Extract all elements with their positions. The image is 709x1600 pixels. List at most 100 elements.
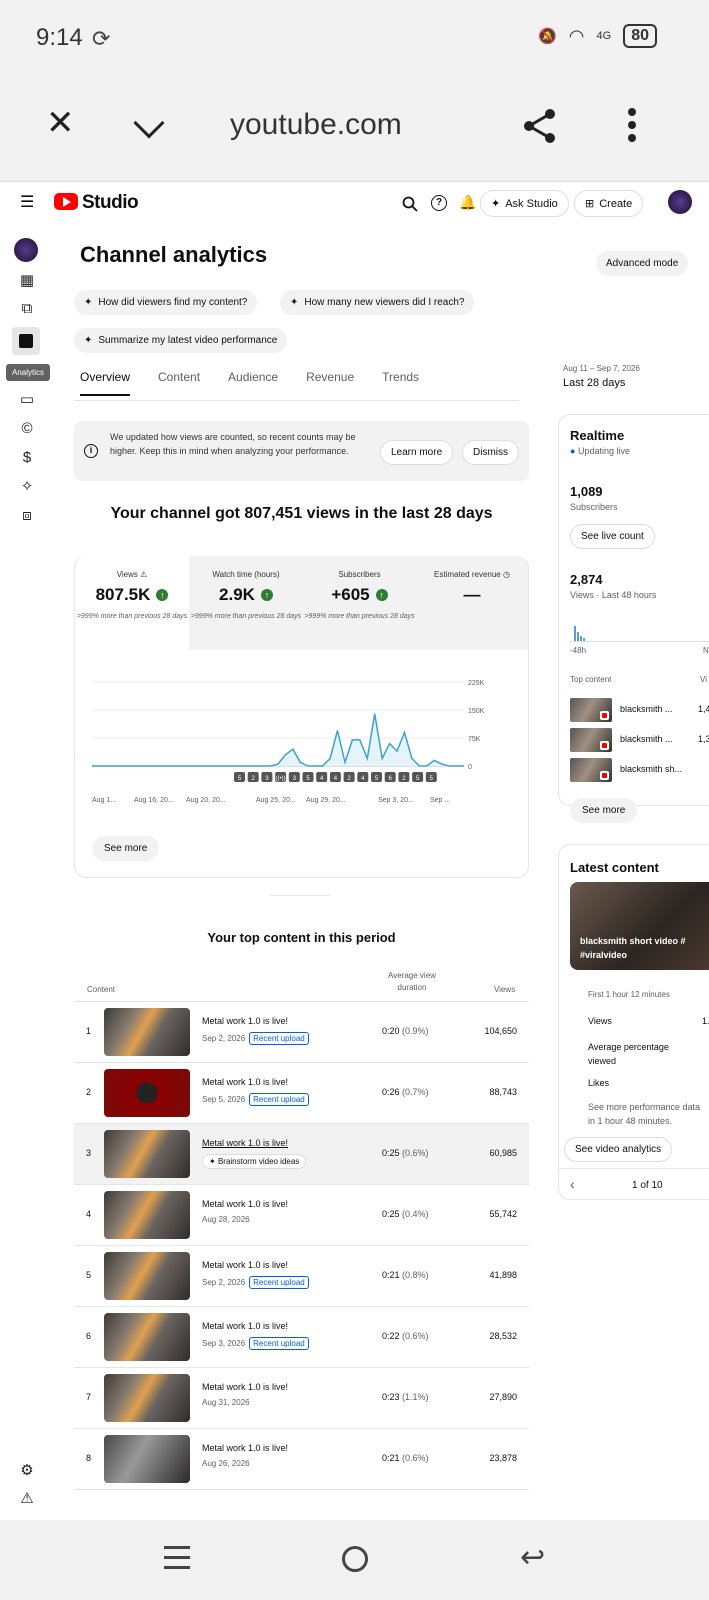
video-meta: Sep 2, 2026 Recent upload [202,1276,309,1289]
realtime-top-item[interactable]: blacksmith ... 1,4 [570,698,709,722]
home-icon[interactable] [342,1546,368,1572]
realtime-top-item[interactable]: blacksmith ... 1,3 [570,728,709,752]
y-tick-label: 0 [468,764,472,771]
metric-watch-time[interactable]: Watch time (hours) 2.9K ↑ >999% more than… [189,556,303,650]
date-range-label[interactable]: Last 28 days [563,377,625,389]
learn-more-button[interactable]: Learn more [380,440,454,465]
avg-duration-value: 0:21 [382,1270,400,1280]
account-avatar[interactable] [668,190,692,214]
brainstorm-label: Brainstorm video ideas [217,1157,300,1166]
realtime-see-more-button[interactable]: See more [570,798,638,823]
prompt-chip-2[interactable]: ✦ How many new viewers did I reach? [280,290,475,315]
latest-period: First 1 hour 12 minutes [588,990,670,999]
create-button[interactable]: ⊞ Create [574,190,644,217]
live-dot-icon: ● [570,446,576,456]
video-title[interactable]: Metal work 1.0 is live! [202,1321,288,1331]
video-thumbnail[interactable] [104,1008,190,1056]
realtime-item-views: 1,3 [698,734,709,744]
video-title[interactable]: Metal work 1.0 is live! [202,1138,288,1148]
realtime-top-item[interactable]: blacksmith sh... [570,758,709,782]
notifications-icon[interactable]: 🔔 [459,194,476,211]
table-row[interactable]: 7 Metal work 1.0 is live! Aug 31, 2026 0:23… [74,1368,529,1429]
col-content: Content [87,985,116,994]
metric-value: 2.9K [219,585,255,604]
video-thumbnail[interactable] [104,1069,190,1117]
analytics-icon [19,334,33,348]
video-thumbnail[interactable] [104,1252,190,1300]
realtime-bar-chart[interactable] [570,620,709,642]
brainstorm-chip[interactable]: ✦ Brainstorm video ideas [202,1154,307,1169]
video-title[interactable]: Metal work 1.0 is live! [202,1016,288,1026]
recent-apps-icon[interactable] [164,1546,190,1569]
tab-content[interactable]: Content [158,370,200,396]
customization-icon[interactable]: ✧ [18,478,36,496]
earn-icon[interactable]: $ [18,449,36,467]
channel-avatar[interactable] [14,238,38,262]
share-icon[interactable] [520,106,560,146]
video-title[interactable]: Metal work 1.0 is live! [202,1260,288,1270]
table-row[interactable]: 1 Metal work 1.0 is live! Sep 2, 2026 Recen… [74,1002,529,1063]
prompt-chip-1[interactable]: ✦ How did viewers find my content? [74,290,258,315]
chevron-left-icon[interactable]: ‹ [570,1176,575,1192]
audio-library-icon[interactable]: ⧈ [18,507,36,525]
see-live-count-button[interactable]: See live count [570,524,655,549]
see-video-analytics-button[interactable]: See video analytics [564,1137,673,1162]
table-row[interactable]: 2 Metal work 1.0 is live! Sep 5, 2026 Recen… [74,1063,529,1124]
video-date: Sep 2, 2026 [202,1034,246,1043]
table-row[interactable]: 5 Metal work 1.0 is live! Sep 2, 2026 Recen… [74,1246,529,1307]
latest-views-value: 1. [702,1016,709,1026]
table-row[interactable]: 8 Metal work 1.0 is live! Aug 26, 2026 0:21… [74,1429,529,1490]
video-thumbnail[interactable] [104,1374,190,1422]
tab-audience[interactable]: Audience [228,370,278,396]
video-date: Aug 26, 2026 [202,1459,250,1468]
url-text[interactable]: youtube.com [230,108,402,142]
views-chart[interactable]: 225K150K75K05 2 3 ((•)) 3 5 4 4 2 4 5 6 2 5 5Aug 1... A… [74,670,529,810]
video-title[interactable]: Metal work 1.0 is live! [202,1382,288,1392]
row-views: 41,898 [489,1270,517,1280]
feedback-icon[interactable]: ⚠ [18,1490,36,1508]
more-options-icon[interactable] [628,108,636,142]
video-title[interactable]: Metal work 1.0 is live! [202,1443,288,1453]
dashboard-icon[interactable]: ▦ [18,272,36,290]
video-thumbnail[interactable] [104,1191,190,1239]
y-tick-label: 150K [468,708,485,715]
table-row[interactable]: 3 Metal work 1.0 is live! ✦ Brainstorm vid… [74,1124,529,1185]
help-icon[interactable]: ? [431,195,447,211]
advanced-mode-button[interactable]: Advanced mode [596,251,689,276]
row-rank: 4 [86,1209,92,1219]
avg-duration-pct: (0.8%) [402,1270,429,1280]
realtime-views-label: Views · Last 48 hours [570,590,657,600]
back-icon[interactable]: ↩ [520,1540,545,1575]
table-row[interactable]: 6 Metal work 1.0 is live! Sep 3, 2026 Recen… [74,1307,529,1368]
video-title[interactable]: Metal work 1.0 is live! [202,1199,288,1209]
prompt-chip-3[interactable]: ✦ Summarize my latest video performance [74,328,288,353]
tab-overview[interactable]: Overview [80,370,131,396]
settings-icon[interactable]: ⚙ [18,1462,36,1480]
x-tick-label: Sep ... [430,797,450,804]
see-more-button[interactable]: See more [92,836,160,861]
studio-logo[interactable]: Studio [82,192,139,214]
sidebar-item-analytics[interactable] [12,327,40,355]
video-thumbnail[interactable] [104,1435,190,1483]
tab-revenue[interactable]: Revenue [306,370,354,396]
close-icon[interactable]: ✕ [46,106,75,140]
date-range-dates[interactable]: Aug 11 – Sep 7, 2026 [563,364,640,373]
menu-icon[interactable]: ☰ [20,192,34,212]
metric-views[interactable]: Views ⚠ 807.5K ↑ >999% more than previous… [75,556,189,650]
metric-subscribers[interactable]: Subscribers +605 ↑ >999% more than previo… [303,556,416,650]
tab-trends[interactable]: Trends [382,370,419,396]
copyright-icon[interactable]: © [18,420,36,438]
content-icon[interactable]: ⧉ [18,300,36,318]
video-thumbnail[interactable] [104,1130,190,1178]
table-row[interactable]: 4 Metal work 1.0 is live! Aug 28, 2026 0:25… [74,1185,529,1246]
avg-duration-pct: (0.9%) [402,1026,429,1036]
status-time: 9:14 [36,24,83,51]
video-title[interactable]: Metal work 1.0 is live! [202,1077,288,1087]
metric-revenue[interactable]: Estimated revenue ◷ — [416,556,528,650]
sync-icon: ⟳ [92,26,111,51]
video-thumbnail[interactable] [104,1313,190,1361]
ask-studio-button[interactable]: ✦ Ask Studio [480,190,569,217]
dismiss-button[interactable]: Dismiss [462,440,519,465]
subtitles-icon[interactable]: ▭ [18,391,36,409]
search-icon[interactable] [402,196,418,212]
